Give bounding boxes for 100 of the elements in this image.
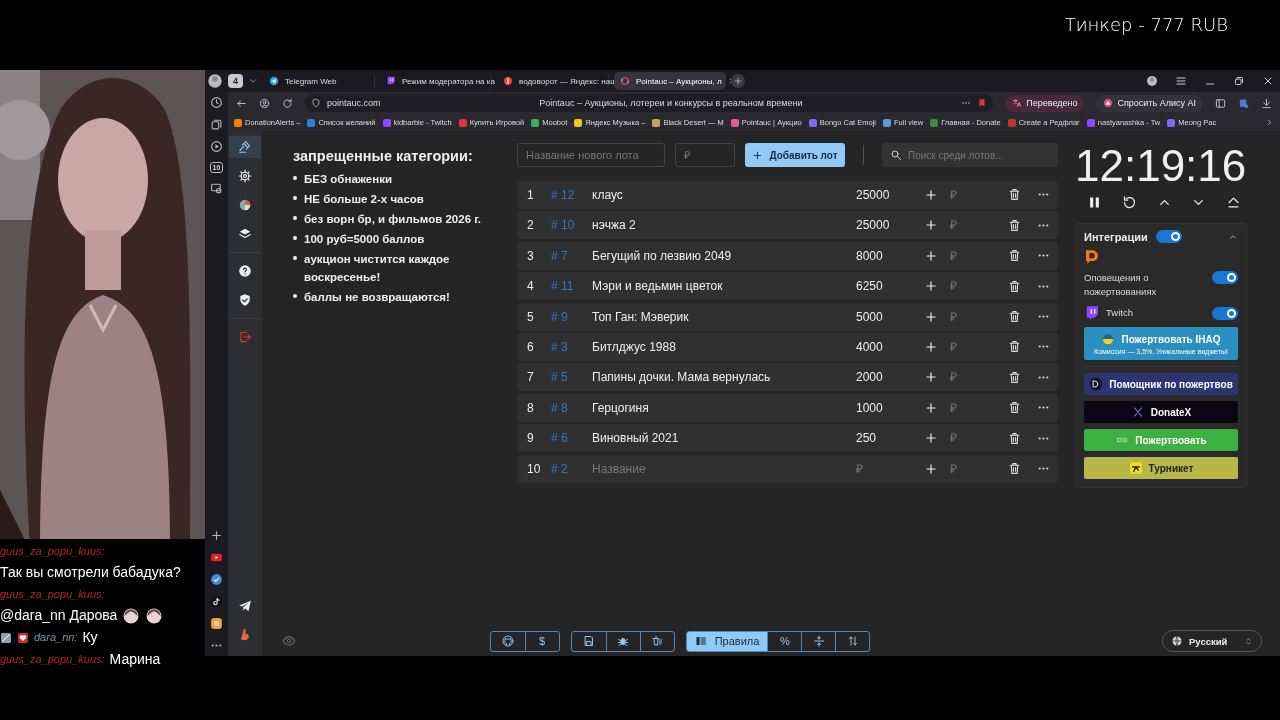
- toggle-switch[interactable]: [1212, 306, 1238, 320]
- pie-chart-icon[interactable]: [238, 198, 252, 212]
- video-play-icon[interactable]: [210, 551, 223, 564]
- lot-id: # 11: [551, 279, 575, 294]
- reset-icon[interactable]: [1121, 195, 1137, 210]
- menu-icon[interactable]: [1175, 75, 1187, 87]
- sort-icon: [846, 635, 859, 647]
- music-note-icon[interactable]: [210, 595, 223, 608]
- assistant-icon: [1103, 98, 1114, 108]
- download-icon[interactable]: [1261, 97, 1272, 109]
- side-panel-icon[interactable]: [1215, 97, 1226, 109]
- page-title: Pointauc – Аукционы, лотереи и конкурсы в реальном времени: [538, 98, 804, 108]
- chat-bubble-icon: [386, 76, 396, 86]
- paper-plane-icon[interactable]: [238, 599, 252, 613]
- lot-id: # 6: [551, 431, 569, 446]
- delete-icon[interactable]: [1008, 310, 1021, 324]
- plus-icon[interactable]: [924, 248, 938, 263]
- lot-name-field[interactable]: Название: [592, 461, 856, 476]
- reload-icon[interactable]: [282, 97, 293, 109]
- screen-record-icon[interactable]: [210, 182, 223, 195]
- app-icon[interactable]: [210, 617, 223, 630]
- add-amount-field[interactable]: ₽: [946, 248, 996, 263]
- logout-icon[interactable]: [238, 330, 252, 344]
- toolbar-button[interactable]: Правила: [686, 631, 768, 651]
- donate-button[interactable]: Помощник по пожертвов: [1084, 373, 1238, 395]
- settings-icon[interactable]: [238, 169, 252, 183]
- plus-icon[interactable]: [924, 279, 938, 294]
- delete-icon[interactable]: [1008, 431, 1021, 445]
- integrations-title: Интеграции: [1084, 230, 1148, 243]
- restore-icon[interactable]: [1233, 75, 1245, 87]
- gavel-icon[interactable]: [238, 140, 252, 154]
- delete-icon[interactable]: [1008, 370, 1021, 384]
- plus-icon[interactable]: [924, 461, 938, 476]
- add-amount-field[interactable]: ₽: [946, 279, 996, 294]
- toggle-switch[interactable]: [1155, 230, 1182, 243]
- add-amount-field[interactable]: ₽: [946, 188, 996, 202]
- row-number: 10: [527, 461, 542, 476]
- pause-icon[interactable]: [1087, 195, 1102, 210]
- lot-id: # 8: [551, 400, 569, 415]
- eject-icon[interactable]: [1226, 195, 1241, 210]
- close-icon[interactable]: [1262, 75, 1274, 87]
- plus-icon[interactable]: [731, 74, 745, 88]
- add-amount-field[interactable]: ₽: [946, 218, 996, 233]
- plus-icon[interactable]: [924, 370, 938, 385]
- emote-icon: [122, 606, 141, 625]
- delete-icon[interactable]: [1008, 188, 1021, 202]
- add-amount-field[interactable]: ₽: [946, 339, 996, 354]
- add-amount-field[interactable]: ₽: [946, 309, 996, 324]
- toggle-switch[interactable]: [1212, 271, 1238, 284]
- lot-amount-field[interactable]: ₽: [856, 461, 924, 476]
- chat-username: guus_za_popu_kuus:: [0, 652, 105, 667]
- address-field[interactable]: pointauc.com Pointauc – Аукционы, лотереи и конкурсы в реальном времени: [305, 94, 994, 112]
- plus-icon[interactable]: [924, 400, 938, 415]
- delete-icon[interactable]: [1008, 340, 1021, 354]
- chat-username: guus_za_popu_kuus:: [0, 544, 105, 559]
- plus-icon[interactable]: [210, 529, 223, 542]
- avatar-icon[interactable]: [1146, 75, 1158, 87]
- shield-check-icon[interactable]: [238, 293, 252, 307]
- toolbar-button[interactable]: $: [524, 631, 559, 651]
- delete-icon[interactable]: [1008, 249, 1021, 263]
- amount-field[interactable]: ₽: [675, 143, 735, 167]
- plus-icon[interactable]: [924, 218, 938, 233]
- add-amount-field[interactable]: ₽: [946, 431, 996, 446]
- add-amount-field[interactable]: ₽: [946, 461, 996, 476]
- lot-amount: 1000: [856, 400, 884, 415]
- account-icon[interactable]: [259, 97, 270, 109]
- delete-icon[interactable]: [1008, 279, 1021, 293]
- donate-button[interactable]: DonateX: [1084, 401, 1238, 423]
- delete-icon[interactable]: [1008, 401, 1021, 415]
- help-icon[interactable]: [238, 264, 252, 278]
- play-icon[interactable]: [210, 140, 223, 153]
- rule-text: 100 руб=5000 баллов: [304, 232, 425, 247]
- add-amount-field[interactable]: ₽: [946, 370, 996, 385]
- toolbar-button[interactable]: %: [767, 631, 802, 651]
- add-lot-button[interactable]: Добавить лот: [745, 143, 845, 167]
- search-field[interactable]: Поиск среди лотов...: [882, 143, 1058, 167]
- lot-name-field[interactable]: Название нового лота: [517, 143, 665, 167]
- tab-count[interactable]: 4: [228, 74, 243, 88]
- add-amount-field[interactable]: ₽: [946, 400, 996, 415]
- bookmark-icon[interactable]: [977, 98, 988, 108]
- plus-icon[interactable]: [924, 309, 938, 324]
- plus-icon[interactable]: [924, 339, 938, 354]
- clock-icon[interactable]: [210, 96, 223, 109]
- plus-icon[interactable]: [924, 431, 938, 446]
- translate-button[interactable]: Переведено: [1005, 94, 1085, 112]
- back-icon[interactable]: [236, 97, 247, 109]
- row-number: 2: [527, 218, 535, 233]
- lot-name: Герцогиня: [592, 400, 650, 415]
- delete-icon[interactable]: [1008, 218, 1021, 232]
- assistant-button[interactable]: Спросить Алису AI: [1096, 94, 1203, 112]
- delete-icon[interactable]: [1008, 462, 1021, 475]
- layers-icon[interactable]: [238, 227, 252, 241]
- extension-icon[interactable]: [1238, 97, 1249, 109]
- eye-icon[interactable]: [282, 634, 296, 648]
- check-badge-icon[interactable]: [210, 573, 223, 586]
- plus-icon[interactable]: [924, 188, 938, 202]
- donate-button[interactable]: Турникет: [1084, 457, 1238, 479]
- collections-icon[interactable]: [210, 118, 223, 131]
- avatar-icon[interactable]: [207, 73, 223, 89]
- tab[interactable]: Telegram Web: [263, 72, 375, 90]
